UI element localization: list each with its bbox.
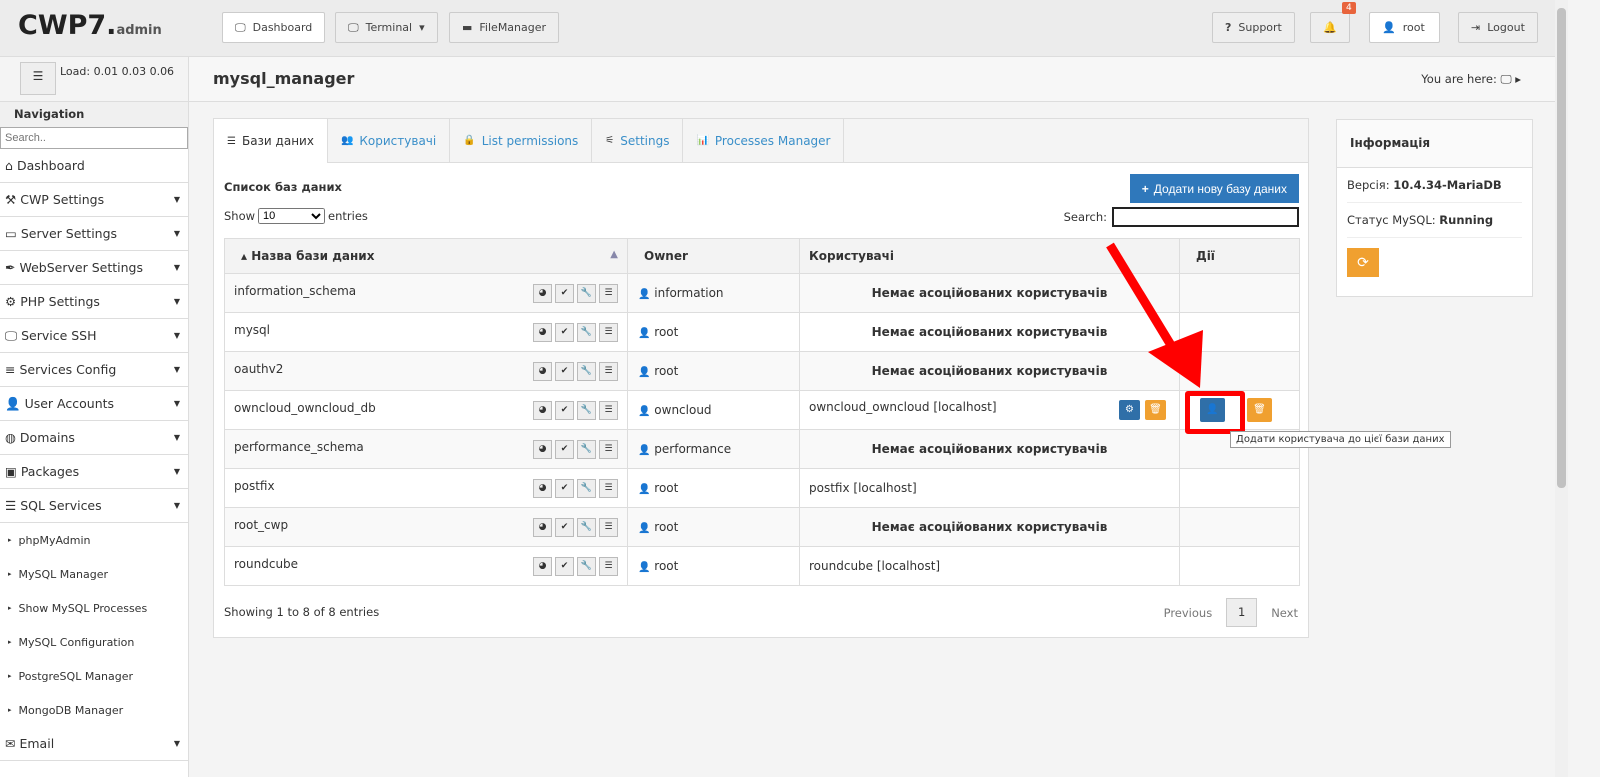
highlight-box — [1185, 391, 1245, 434]
scrollbar-thumb[interactable] — [1557, 8, 1566, 488]
tooltip: Додати користувача до цієї бази даних — [1230, 431, 1451, 448]
red-arrow-annotation — [1106, 242, 1203, 388]
scrollbar[interactable] — [1555, 0, 1568, 777]
